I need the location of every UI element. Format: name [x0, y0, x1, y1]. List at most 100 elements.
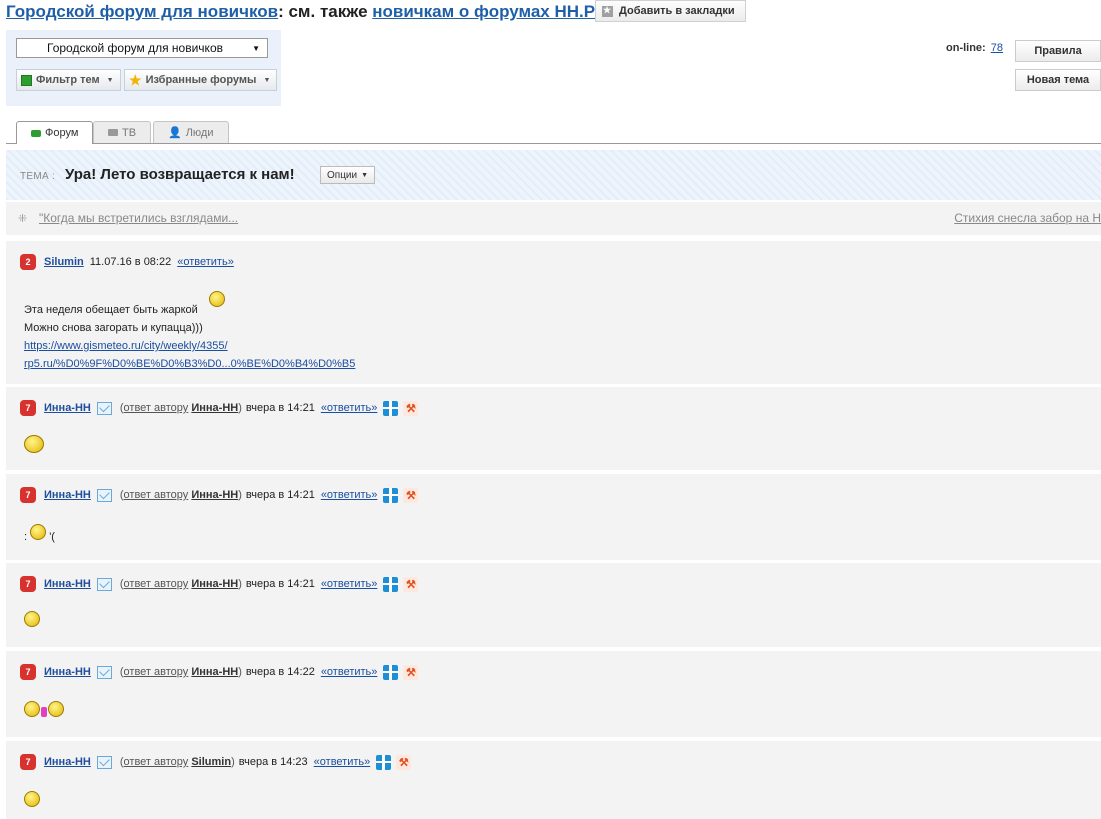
forum-title-link[interactable]: Городской форум для новичков: [6, 2, 278, 21]
user-avatar-icon: 7: [20, 400, 36, 416]
mail-icon[interactable]: [96, 401, 112, 415]
reply-link[interactable]: «ответить»: [321, 402, 378, 414]
chevron-down-icon: ▼: [252, 44, 260, 53]
chevron-down-icon: ▼: [106, 76, 114, 84]
smiley-icon: [48, 701, 64, 717]
post-body: Эта неделя обещает быть жаркой Можно сно…: [24, 291, 355, 373]
mail-icon[interactable]: [96, 665, 112, 679]
page-header: Городской форум для новичков: см. также …: [6, 2, 605, 22]
forum-post: 7 Инна-НН (ответ автору Silumin) вчера в…: [6, 741, 1101, 819]
bookmark-icon: [602, 5, 613, 17]
gift-icon[interactable]: [376, 754, 392, 770]
reply-link[interactable]: «ответить»: [314, 756, 371, 768]
reply-to-prefix[interactable]: ответ автору: [124, 756, 189, 768]
tab-tv[interactable]: ТВ: [93, 121, 152, 143]
post-author-link[interactable]: Инна-НН: [44, 578, 91, 590]
mail-icon[interactable]: [96, 488, 112, 502]
user-avatar-icon: 7: [20, 754, 36, 770]
hammer-icon[interactable]: ⚒: [403, 487, 419, 503]
tab-people[interactable]: 👤 Люди: [153, 121, 229, 143]
reply-to-author[interactable]: Инна-НН: [191, 489, 238, 501]
reply-to-info: (ответ автору Инна-НН): [119, 489, 242, 501]
reply-to-author[interactable]: Инна-НН: [191, 666, 238, 678]
smiley-icon: [24, 701, 40, 717]
post-text-line: Можно снова загорать и купацца))): [24, 322, 203, 334]
smiley-icon: [208, 291, 225, 307]
reply-link[interactable]: «ответить»: [321, 666, 378, 678]
post-author-link[interactable]: Инна-НН: [44, 756, 91, 768]
next-topic-link[interactable]: Стихия снесла забор на Н: [954, 211, 1101, 225]
reply-to-info: (ответ автору Инна-НН): [119, 578, 242, 590]
topic-options-button[interactable]: Опции ▼: [320, 166, 376, 184]
reply-to-prefix[interactable]: ответ автору: [124, 578, 189, 590]
smiley-icon: [24, 435, 44, 453]
post-body: [24, 435, 44, 459]
tabs-divider: [6, 143, 1101, 144]
post-body: [24, 611, 40, 633]
hammer-icon[interactable]: ⚒: [403, 400, 419, 416]
reply-to-info: (ответ автору Silumin): [119, 756, 235, 768]
reply-to-info: (ответ автору Инна-НН): [119, 402, 242, 414]
new-topic-button[interactable]: Новая тема: [1015, 69, 1101, 91]
favorite-forums-button[interactable]: ★ Избранные форумы ▼: [124, 69, 278, 91]
topic-bar: ТЕМА : Ура! Лето возвращается к нам! Опц…: [6, 150, 1101, 200]
post-header: 7 Инна-НН (ответ автору Silumin) вчера в…: [20, 754, 412, 770]
reply-to-author[interactable]: Инна-НН: [191, 402, 238, 414]
star-icon: ★: [129, 71, 142, 88]
post-author-link[interactable]: Инна-НН: [44, 666, 91, 678]
hammer-icon[interactable]: ⚒: [403, 576, 419, 592]
post-author-link[interactable]: Silumin: [44, 256, 84, 268]
forum-post: 7 Инна-НН (ответ автору Инна-НН) вчера в…: [6, 563, 1101, 647]
add-bookmark-label: Добавить в закладки: [619, 5, 735, 17]
hammer-icon[interactable]: ⚒: [396, 754, 412, 770]
rules-button[interactable]: Правила: [1015, 40, 1101, 62]
post-author-link[interactable]: Инна-НН: [44, 489, 91, 501]
forum-post: 7 Инна-НН (ответ автору Инна-НН) вчера в…: [6, 387, 1101, 470]
person-icon: 👤: [168, 127, 182, 139]
mail-icon[interactable]: [96, 755, 112, 769]
tab-forum[interactable]: Форум: [16, 121, 94, 144]
smiley-icon: [24, 611, 40, 627]
hammer-icon[interactable]: ⚒: [403, 664, 419, 680]
kiss-icon: [41, 707, 47, 717]
reply-link[interactable]: «ответить»: [321, 578, 378, 590]
reply-to-author[interactable]: Инна-НН: [191, 578, 238, 590]
reply-link[interactable]: «ответить»: [321, 489, 378, 501]
post-header: 7 Инна-НН (ответ автору Инна-НН) вчера в…: [20, 487, 419, 503]
forum-select[interactable]: Городской форум для новичков ▼: [16, 38, 268, 58]
previous-topic-link[interactable]: "Когда мы встретились взглядами...: [39, 211, 238, 225]
newbies-link[interactable]: новичкам о форумах НН.РУ: [372, 2, 605, 21]
post-datetime: вчера в 14:23: [238, 756, 308, 768]
post-header: 2 Silumin 11.07.16 в 08:22 «ответить»: [20, 254, 234, 270]
topic-filter-button[interactable]: Фильтр тем ▼: [16, 69, 121, 91]
reply-to-prefix[interactable]: ответ автору: [124, 489, 189, 501]
gift-icon[interactable]: [383, 576, 399, 592]
reply-to-author[interactable]: Silumin: [191, 756, 231, 768]
gift-icon[interactable]: [383, 400, 399, 416]
mail-icon[interactable]: [96, 577, 112, 591]
chevron-down-icon: ▼: [263, 76, 271, 84]
reply-to-info: (ответ автору Инна-НН): [119, 666, 242, 678]
post-body: : '(: [24, 524, 55, 546]
reply-to-prefix[interactable]: ответ автору: [124, 402, 189, 414]
post-datetime: вчера в 14:22: [245, 666, 315, 678]
online-counter: on-line: 78: [946, 42, 1003, 54]
post-text: '(: [49, 531, 55, 543]
topic-title: Ура! Лето возвращается к нам!: [65, 166, 295, 183]
post-author-link[interactable]: Инна-НН: [44, 402, 91, 414]
post-datetime: 11.07.16 в 08:22: [89, 256, 172, 268]
gift-icon[interactable]: [383, 664, 399, 680]
reply-link[interactable]: «ответить»: [177, 256, 234, 268]
post-link[interactable]: https://www.gismeteo.ru/city/weekly/4355…: [24, 340, 228, 352]
post-datetime: вчера в 14:21: [245, 402, 315, 414]
post-header: 7 Инна-НН (ответ автору Инна-НН) вчера в…: [20, 576, 419, 592]
post-link[interactable]: rp5.ru/%D0%9F%D0%BE%D0%B3%D0...0%BE%D0%B…: [24, 358, 355, 370]
gift-icon[interactable]: [383, 487, 399, 503]
post-datetime: вчера в 14:21: [245, 489, 315, 501]
previous-topic-icon: ⁜: [18, 213, 28, 225]
add-bookmark-button[interactable]: Добавить в закладки: [595, 0, 746, 22]
online-count-link[interactable]: 78: [991, 42, 1003, 54]
tab-tv-label: ТВ: [122, 126, 137, 139]
reply-to-prefix[interactable]: ответ автору: [124, 666, 189, 678]
tab-people-label: Люди: [185, 126, 214, 139]
